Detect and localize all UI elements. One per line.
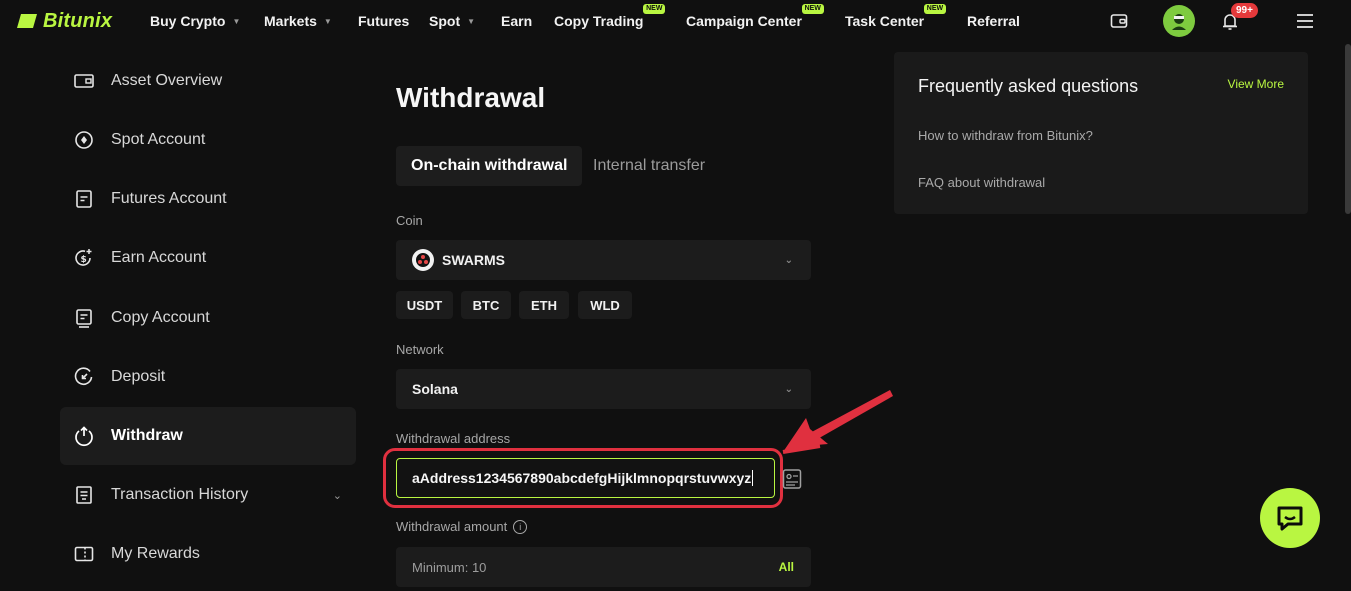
- sidebar-item-withdraw[interactable]: Withdraw: [60, 407, 356, 465]
- caret-down-icon: ▼: [323, 16, 332, 26]
- new-badge: NEW: [643, 4, 666, 14]
- nav-spot[interactable]: Spot ▼: [429, 13, 475, 29]
- withdrawal-address-input[interactable]: aAddress1234567890abcdefgHijklmnopqrstuv…: [396, 458, 775, 498]
- nav-label: Campaign Center: [686, 13, 802, 29]
- sidebar-item-spot-account[interactable]: Spot Account: [60, 111, 356, 169]
- sidebar-item-label: Deposit: [111, 368, 166, 385]
- new-badge: NEW: [923, 4, 947, 14]
- account-sidebar: Asset Overview Spot Account Futures Acco…: [0, 52, 370, 591]
- caret-down-icon: ▼: [467, 16, 476, 26]
- withdraw-icon: [75, 426, 93, 447]
- sidebar-item-copy-account[interactable]: Copy Account: [60, 289, 356, 347]
- chevron-down-icon: ⌄: [784, 254, 793, 266]
- user-avatar-icon: [1172, 14, 1186, 30]
- nav-markets[interactable]: Markets ▼: [264, 13, 332, 29]
- sidebar-item-my-rewards[interactable]: My Rewards: [60, 525, 356, 583]
- menu-icon[interactable]: [1296, 13, 1314, 29]
- page-title: Withdrawal: [396, 82, 546, 113]
- sidebar-item-label: Withdraw: [111, 427, 183, 444]
- network-label: Network: [396, 342, 444, 357]
- withdrawal-amount-label: Withdrawal amount i: [396, 519, 528, 534]
- withdrawal-amount-text: Withdrawal amount: [396, 519, 508, 534]
- nav-label: Task Center: [845, 13, 925, 29]
- nav-label: Buy Crypto: [150, 13, 226, 29]
- history-icon: [76, 486, 92, 504]
- info-icon[interactable]: i: [513, 519, 528, 534]
- chevron-down-icon[interactable]: ⌄: [333, 489, 342, 502]
- swarms-coin-icon: [412, 249, 434, 271]
- logo-mark-icon: [17, 14, 37, 28]
- svg-text:$: $: [81, 255, 87, 265]
- arrow-annotation-icon: [782, 390, 893, 454]
- text-cursor: [752, 470, 754, 486]
- new-badge: NEW: [801, 4, 824, 14]
- rewards-icon: [74, 546, 94, 562]
- sidebar-item-label: Spot Account: [111, 131, 206, 148]
- sidebar-item-label: Asset Overview: [111, 72, 223, 89]
- notification-count-badge: 99+: [1231, 3, 1258, 18]
- nav-label: Markets: [264, 13, 317, 29]
- logo-text: Bitunix: [43, 9, 113, 32]
- view-more-link[interactable]: View More: [1228, 77, 1284, 91]
- tab-on-chain-withdrawal[interactable]: On-chain withdrawal: [396, 146, 583, 186]
- all-button[interactable]: All: [779, 560, 794, 574]
- coin-chip-btc[interactable]: BTC: [461, 291, 511, 319]
- tab-internal-transfer[interactable]: Internal transfer: [578, 146, 720, 186]
- nav-label: Earn: [501, 13, 533, 29]
- wallet-icon: [74, 74, 94, 88]
- target-icon: [75, 131, 93, 149]
- faq-title: Frequently asked questions: [918, 76, 1139, 96]
- sidebar-item-futures-account[interactable]: Futures Account: [60, 170, 356, 228]
- sidebar-item-label: Earn Account: [111, 249, 207, 266]
- network-select[interactable]: Solana ⌄: [396, 369, 811, 409]
- dollar-plus-icon: $: [75, 249, 92, 266]
- sidebar-item-asset-overview[interactable]: Asset Overview: [60, 52, 356, 110]
- selected-coin: SWARMS: [442, 252, 505, 268]
- nav-copy-trading[interactable]: Copy Trading NEW: [554, 4, 666, 29]
- copy-icon: [76, 309, 92, 328]
- nav-label: Copy Trading: [554, 13, 644, 29]
- withdrawal-amount-input[interactable]: Minimum: 10 All: [396, 547, 811, 587]
- faq-link[interactable]: How to withdraw from Bitunix?: [918, 128, 1093, 143]
- faq-panel: Frequently asked questions View More How…: [894, 52, 1308, 214]
- nav-futures[interactable]: Futures: [358, 13, 409, 29]
- amount-placeholder: Minimum: 10: [412, 559, 487, 575]
- coin-label: Coin: [396, 213, 423, 228]
- nav-referral[interactable]: Referral: [967, 13, 1020, 29]
- sidebar-item-transaction-history[interactable]: Transaction History ⌄: [60, 466, 356, 524]
- sidebar-item-label: Transaction History: [111, 486, 249, 503]
- coin-select[interactable]: SWARMS ⌄: [396, 240, 811, 280]
- sidebar-item-label: Copy Account: [111, 309, 210, 326]
- wallet-icon[interactable]: [1110, 12, 1128, 30]
- nav-label: Referral: [967, 13, 1020, 29]
- sidebar-item-label: Futures Account: [111, 190, 227, 207]
- caret-down-icon: ▼: [232, 16, 241, 26]
- faq-link[interactable]: FAQ about withdrawal: [918, 175, 1045, 190]
- nav-task-center[interactable]: Task Center NEW: [845, 4, 947, 29]
- sidebar-item-earn-account[interactable]: $ Earn Account: [60, 229, 356, 287]
- chat-support-button[interactable]: [1260, 488, 1320, 548]
- coin-chip-wld[interactable]: WLD: [578, 291, 632, 319]
- avatar[interactable]: [1163, 5, 1195, 37]
- nav-earn[interactable]: Earn: [501, 13, 532, 29]
- sidebar-item-deposit[interactable]: Deposit: [60, 348, 356, 406]
- coin-chip-eth[interactable]: ETH: [519, 291, 569, 319]
- withdrawal-address-label: Withdrawal address: [396, 431, 511, 446]
- coin-chip-usdt[interactable]: USDT: [396, 291, 453, 319]
- withdrawal-address-value: aAddress1234567890abcdefgHijklmnopqrstuv…: [412, 470, 752, 486]
- sidebar-item-label: My Rewards: [111, 545, 200, 562]
- top-navigation: Bitunix Buy Crypto ▼ Markets ▼ Futures Spo…: [0, 0, 1351, 44]
- address-book-icon[interactable]: [782, 468, 802, 490]
- bitunix-logo[interactable]: Bitunix: [17, 8, 112, 34]
- nav-label: Spot: [429, 13, 461, 29]
- scrollbar[interactable]: [1345, 44, 1351, 214]
- document-icon: [76, 190, 92, 208]
- selected-network: Solana: [412, 381, 458, 397]
- chat-icon: [1277, 506, 1303, 531]
- nav-buy-crypto[interactable]: Buy Crypto ▼: [150, 13, 240, 29]
- deposit-icon: [74, 367, 93, 386]
- nav-campaign-center[interactable]: Campaign Center NEW: [686, 4, 824, 29]
- nav-label: Futures: [358, 13, 410, 29]
